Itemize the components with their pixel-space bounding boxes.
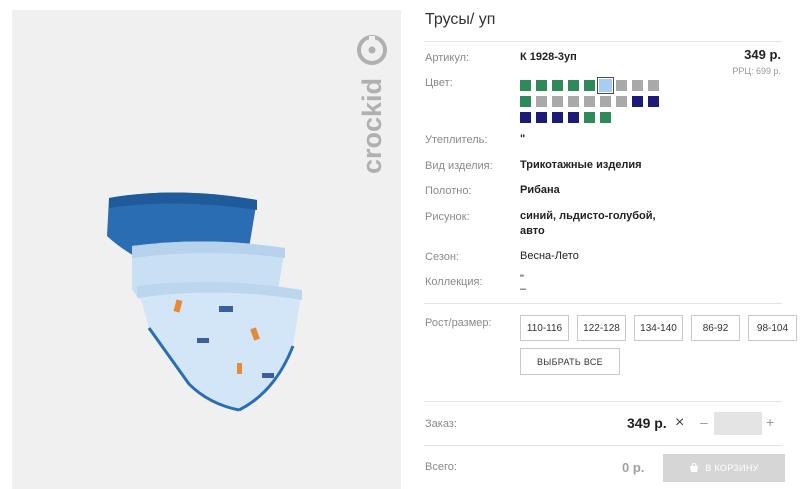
pattern-value-line1: синий, льдисто-голубой, — [520, 210, 656, 222]
color-swatch-gray[interactable] — [632, 80, 643, 91]
insulation-value: " — [520, 133, 526, 145]
color-swatch-green[interactable] — [584, 112, 595, 123]
season-label: Сезон: — [425, 251, 459, 263]
divider — [424, 41, 782, 42]
color-swatch-gray[interactable] — [616, 96, 627, 107]
pattern-value-line2: авто — [520, 225, 545, 237]
collection-value-line2: – — [520, 283, 527, 295]
color-swatch-navy[interactable] — [648, 96, 659, 107]
size-option-98-104[interactable]: 98-104 — [748, 315, 797, 341]
size-label: Рост/размер: — [425, 317, 492, 329]
size-option-86-92[interactable]: 86-92 — [691, 315, 740, 341]
color-swatch-navy[interactable] — [552, 112, 563, 123]
product-price: 349 р. — [744, 47, 781, 62]
pattern-label: Рисунок: — [425, 211, 470, 223]
article-value: К 1928-3уп — [520, 51, 577, 63]
color-swatch-gray[interactable] — [616, 80, 627, 91]
size-option-110-116[interactable]: 110-116 — [520, 315, 569, 341]
select-all-button[interactable]: ВЫБРАТЬ ВСЕ — [520, 348, 620, 375]
color-swatch-green[interactable] — [584, 80, 595, 91]
size-option-134-140[interactable]: 134-140 — [634, 315, 683, 341]
color-swatch-lightblue[interactable] — [597, 77, 614, 94]
divider — [424, 303, 782, 304]
add-to-cart-button[interactable]: В КОРЗИНУ — [663, 454, 785, 482]
color-swatch-navy[interactable] — [568, 112, 579, 123]
brand-logo-text: crockid — [357, 78, 387, 174]
collection-label: Коллекция: — [425, 276, 483, 288]
color-swatch-navy[interactable] — [520, 112, 531, 123]
color-swatch-green[interactable] — [552, 80, 563, 91]
order-label: Заказ: — [425, 418, 457, 430]
color-swatch-gray[interactable] — [648, 80, 659, 91]
swatch-row — [520, 94, 670, 110]
product-photo — [107, 192, 302, 412]
color-swatch-gray[interactable] — [584, 96, 595, 107]
size-options: 110-116 122-128 134-140 86-92 98-104 — [520, 315, 800, 341]
color-swatch-green[interactable] — [536, 80, 547, 91]
product-title: Трусы/ уп — [425, 11, 496, 28]
total-label: Всего: — [425, 461, 457, 473]
size-option-122-128[interactable]: 122-128 — [577, 315, 626, 341]
rrp-price: РРЦ: 699 р. — [732, 66, 781, 76]
crockid-logo: crockid — [357, 35, 387, 174]
quantity-increase-button[interactable]: + — [766, 414, 774, 430]
color-swatch-navy[interactable] — [536, 112, 547, 123]
total-price: 0 р. — [622, 460, 645, 475]
type-value: Трикотажные изделия — [520, 159, 642, 171]
divider — [424, 445, 782, 446]
color-swatch-gray[interactable] — [552, 96, 563, 107]
divider — [424, 401, 782, 402]
product-image-panel: crockid — [12, 10, 401, 489]
swatch-row — [520, 110, 670, 126]
color-swatch-gray[interactable] — [568, 96, 579, 107]
insulation-label: Утеплитель: — [425, 134, 488, 146]
color-swatch-gray[interactable] — [536, 96, 547, 107]
color-swatches — [520, 77, 670, 126]
fabric-label: Полотно: — [425, 185, 472, 197]
quantity-decrease-button[interactable]: – — [700, 414, 708, 430]
color-label: Цвет: — [425, 77, 453, 89]
article-label: Артикул: — [425, 52, 470, 64]
quantity-input[interactable] — [714, 412, 762, 435]
cart-icon — [690, 463, 699, 472]
multiply-icon: × — [675, 414, 685, 431]
color-swatch-green[interactable] — [520, 96, 531, 107]
swatch-row — [520, 77, 670, 94]
color-swatch-green[interactable] — [520, 80, 531, 91]
color-swatch-green[interactable] — [568, 80, 579, 91]
fabric-value: Рибана — [520, 184, 560, 196]
add-to-cart-label: В КОРЗИНУ — [705, 463, 759, 473]
color-swatch-green[interactable] — [600, 112, 611, 123]
color-swatch-gray[interactable] — [600, 96, 611, 107]
type-label: Вид изделия: — [425, 160, 493, 172]
color-swatch-navy[interactable] — [632, 96, 643, 107]
order-price: 349 р. — [627, 415, 667, 431]
season-value: Весна-Лето — [520, 250, 579, 262]
